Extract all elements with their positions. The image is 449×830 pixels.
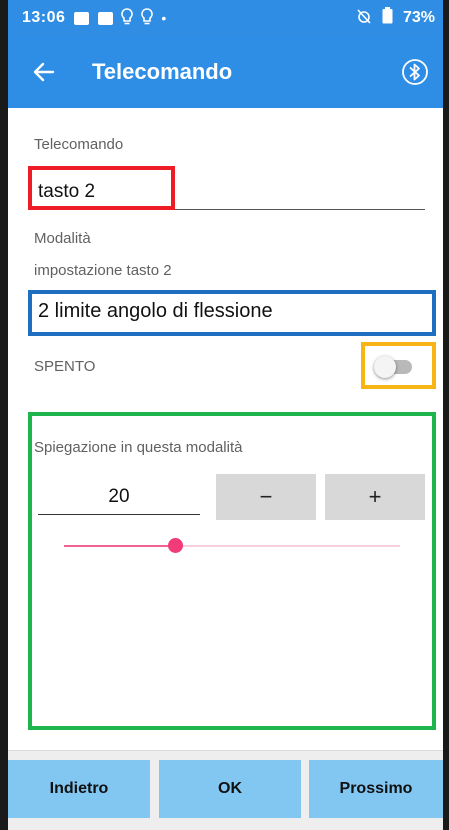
annotation-blue-box	[28, 290, 436, 336]
bluetooth-button[interactable]	[401, 58, 429, 86]
app-bar: Telecomando	[8, 36, 443, 108]
status-time: 13:06	[22, 9, 66, 26]
minus-button[interactable]: −	[216, 474, 316, 520]
battery-icon	[382, 7, 393, 29]
image-icon	[74, 11, 90, 25]
annotation-yellow-box	[361, 342, 436, 389]
slider-fill	[64, 545, 175, 547]
slider-thumb[interactable]	[167, 538, 183, 553]
dot-icon: •	[161, 10, 167, 26]
form-content: Telecomando tasto 2 Modalità impostazion…	[8, 108, 443, 750]
annotation-red-box	[28, 166, 175, 210]
app-icon	[98, 11, 114, 25]
number-value[interactable]: 20	[38, 486, 200, 508]
device-frame-left	[0, 0, 8, 830]
device-frame-right	[443, 0, 449, 830]
impostazione-label: impostazione tasto 2	[34, 262, 172, 279]
next-button[interactable]: Prossimo	[309, 760, 443, 818]
bottom-bar: Indietro OK Prossimo	[8, 750, 443, 830]
toggle-label: SPENTO	[34, 358, 96, 375]
annotation-green-box	[28, 412, 436, 730]
plus-button[interactable]: +	[325, 474, 425, 520]
battery-percent: 73%	[402, 9, 435, 26]
no-alarm-icon	[356, 8, 372, 29]
status-right: 73%	[356, 7, 435, 29]
ok-button[interactable]: OK	[159, 760, 301, 818]
status-bar: 13:06 • 73%	[8, 0, 443, 36]
back-nav-button[interactable]: Indietro	[8, 760, 150, 818]
page-title: Telecomando	[92, 59, 233, 84]
bulb-icon	[121, 7, 134, 29]
explanation-label: Spiegazione in questa modalità	[34, 439, 243, 456]
telecomando-label: Telecomando	[34, 136, 124, 153]
back-button[interactable]	[18, 46, 70, 98]
modalita-label: Modalità	[34, 230, 91, 247]
bulb-icon	[141, 7, 154, 29]
bluetooth-icon	[402, 59, 428, 85]
arrow-left-icon	[33, 62, 55, 82]
